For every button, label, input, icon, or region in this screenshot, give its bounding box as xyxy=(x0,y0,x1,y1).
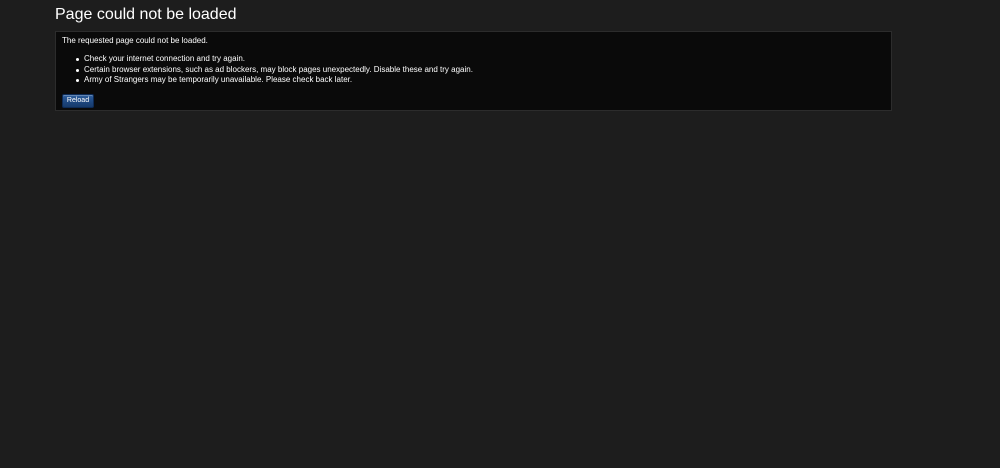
reason-item: Certain browser extensions, such as ad b… xyxy=(56,65,473,76)
page-title: Page could not be loaded xyxy=(55,6,237,23)
reasons-list: Check your internet connection and try a… xyxy=(56,54,473,86)
reason-text: Certain browser extensions, such as ad b… xyxy=(84,64,473,74)
reason-text: Army of Strangers may be temporarily una… xyxy=(84,75,353,84)
reason-text: Check your internet connection and try a… xyxy=(84,54,245,63)
bullet-icon xyxy=(76,79,79,82)
reload-button[interactable]: Reload xyxy=(62,94,94,108)
error-message: The requested page could not be loaded. xyxy=(62,36,208,45)
reason-item: Army of Strangers may be temporarily una… xyxy=(56,75,473,86)
reason-item: Check your internet connection and try a… xyxy=(56,54,473,65)
error-panel: The requested page could not be loaded. … xyxy=(55,31,892,111)
bullet-icon xyxy=(76,58,79,61)
page: Page could not be loaded The requested p… xyxy=(0,0,1000,468)
bullet-icon xyxy=(76,68,79,72)
